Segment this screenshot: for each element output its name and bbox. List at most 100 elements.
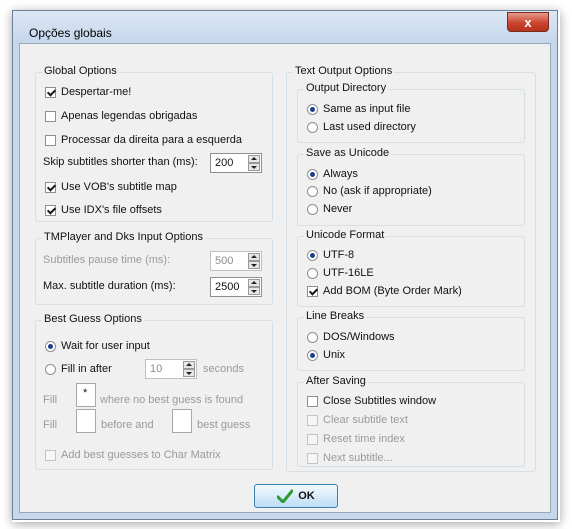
bom-checkbox[interactable]: Add BOM (Byte Order Mark) — [307, 285, 462, 297]
skip-label-text: Skip subtitles shorter than (ms): — [43, 156, 198, 168]
ok-button[interactable]: OK — [254, 484, 338, 508]
radio-circle[interactable] — [307, 168, 318, 180]
arrow-up-icon[interactable] — [183, 361, 195, 369]
radio-circle[interactable] — [307, 203, 318, 215]
arrow-down-icon[interactable] — [183, 369, 195, 377]
checkbox-label: Close Subtitles window — [323, 395, 437, 407]
fill-after-stepper[interactable]: 10 — [145, 359, 197, 379]
where-none-text: where no best guess is found — [100, 394, 244, 406]
radio-circle[interactable] — [307, 267, 318, 279]
ask-radio[interactable]: No (ask if appropriate) — [307, 185, 432, 197]
after-saving-group: After Saving Close Subtitles window Clea… — [297, 375, 525, 467]
checkbox-box[interactable] — [45, 86, 56, 98]
radio-circle[interactable] — [307, 103, 318, 115]
fill-after-radio[interactable]: Fill in after — [45, 363, 112, 375]
save-unicode-title: Save as Unicode — [304, 147, 392, 159]
line-breaks-group: Line Breaks DOS/Windows Unix — [297, 310, 525, 371]
checkbox-box[interactable] — [307, 395, 318, 407]
checkbox-box[interactable] — [45, 204, 56, 216]
arrow-up-icon[interactable] — [248, 279, 260, 287]
add-matrix-checkbox[interactable]: Add best guesses to Char Matrix — [45, 449, 221, 461]
radio-label: Fill in after — [61, 363, 112, 375]
dialog-client: Global Options Despertar-me! Apenas lege… — [19, 43, 551, 513]
ok-label: OK — [298, 490, 315, 502]
arrow-up-icon[interactable] — [248, 155, 260, 163]
text-output-group: Text Output Options Output Directory Sam… — [286, 65, 536, 472]
fill-after-value[interactable]: 10 — [150, 363, 162, 375]
wake-me-checkbox[interactable]: Despertar-me! — [45, 86, 131, 98]
window-title: Opções globais — [29, 26, 112, 40]
wait-radio[interactable]: Wait for user input — [45, 340, 150, 352]
pause-label: Subtitles pause time (ms): — [43, 254, 170, 266]
skip-stepper[interactable]: 200 — [210, 153, 262, 173]
radio-label: UTF-8 — [323, 249, 355, 261]
arrow-down-icon[interactable] — [248, 287, 260, 295]
close-button[interactable]: x — [507, 12, 549, 32]
arrow-down-icon[interactable] — [248, 163, 260, 171]
max-duration-stepper[interactable]: 2500 — [210, 277, 262, 297]
checkbox-box[interactable] — [45, 110, 56, 122]
stepper-arrows[interactable] — [248, 155, 260, 171]
best-guess-text: best guess — [197, 419, 251, 431]
radio-label: Always — [323, 168, 358, 180]
radio-circle[interactable] — [307, 185, 318, 197]
fill2-after-input[interactable] — [172, 409, 192, 433]
vob-map-checkbox[interactable]: Use VOB's subtitle map — [45, 181, 177, 193]
pause-value[interactable]: 500 — [215, 255, 233, 267]
stepper-arrows[interactable] — [183, 361, 195, 377]
fill1-value: * — [83, 387, 88, 399]
checkbox-box[interactable] — [307, 414, 318, 426]
rtl-checkbox[interactable]: Processar da direita para a esquerda — [45, 134, 242, 146]
utf8-radio[interactable]: UTF-8 — [307, 249, 354, 261]
skip-value[interactable]: 200 — [215, 157, 233, 169]
idx-offsets-checkbox[interactable]: Use IDX's file offsets — [45, 204, 162, 216]
radio-circle[interactable] — [307, 331, 318, 343]
radio-circle[interactable] — [307, 121, 318, 133]
next-subtitle-checkbox[interactable]: Next subtitle... — [307, 452, 393, 464]
fill2-text: Fill — [43, 419, 58, 431]
last-used-radio[interactable]: Last used directory — [307, 121, 416, 133]
fill1-input[interactable]: * — [76, 383, 96, 407]
after-saving-title: After Saving — [304, 375, 368, 387]
fill1-text: Fill — [43, 394, 58, 406]
reset-time-checkbox[interactable]: Reset time index — [307, 433, 405, 445]
checkbox-box[interactable] — [307, 285, 318, 297]
always-radio[interactable]: Always — [307, 168, 358, 180]
checkbox-box[interactable] — [307, 433, 318, 445]
max-value[interactable]: 2500 — [215, 281, 239, 293]
best-guess-title: Best Guess Options — [42, 313, 144, 325]
unix-radio[interactable]: Unix — [307, 349, 345, 361]
radio-circle[interactable] — [45, 363, 56, 375]
fill2-before-input[interactable] — [76, 409, 96, 433]
clear-text-checkbox[interactable]: Clear subtitle text — [307, 414, 408, 426]
where-none-label: where no best guess is found — [100, 394, 243, 406]
max-duration-label: Max. subtitle duration (ms): — [43, 280, 176, 292]
checkmark-icon — [277, 489, 294, 503]
never-radio[interactable]: Never — [307, 203, 352, 215]
close-window-checkbox[interactable]: Close Subtitles window — [307, 395, 436, 407]
pause-stepper[interactable]: 500 — [210, 251, 262, 271]
radio-circle[interactable] — [307, 349, 318, 361]
dos-radio[interactable]: DOS/Windows — [307, 331, 395, 343]
output-directory-group: Output Directory Same as input file Last… — [297, 82, 525, 143]
arrow-up-icon[interactable] — [248, 253, 260, 261]
radio-circle[interactable] — [45, 340, 56, 352]
stepper-arrows[interactable] — [248, 253, 260, 269]
checkbox-label: Reset time index — [323, 433, 405, 445]
utf16-radio[interactable]: UTF-16LE — [307, 267, 374, 279]
forced-only-checkbox[interactable]: Apenas legendas obrigadas — [45, 110, 197, 122]
checkbox-box[interactable] — [45, 181, 56, 193]
checkbox-box[interactable] — [307, 452, 318, 464]
radio-label: Last used directory — [323, 121, 416, 133]
title-bar[interactable]: Opções globais x — [13, 11, 557, 43]
arrow-down-icon[interactable] — [248, 261, 260, 269]
dialog-window: Opções globais x Global Options Desperta… — [12, 10, 558, 520]
text-output-title: Text Output Options — [293, 65, 395, 77]
checkbox-box[interactable] — [45, 134, 56, 146]
line-breaks-title: Line Breaks — [304, 310, 367, 322]
radio-circle[interactable] — [307, 249, 318, 261]
stepper-arrows[interactable] — [248, 279, 260, 295]
checkbox-box[interactable] — [45, 449, 56, 461]
checkbox-label: Processar da direita para a esquerda — [61, 134, 242, 146]
same-as-input-radio[interactable]: Same as input file — [307, 103, 410, 115]
